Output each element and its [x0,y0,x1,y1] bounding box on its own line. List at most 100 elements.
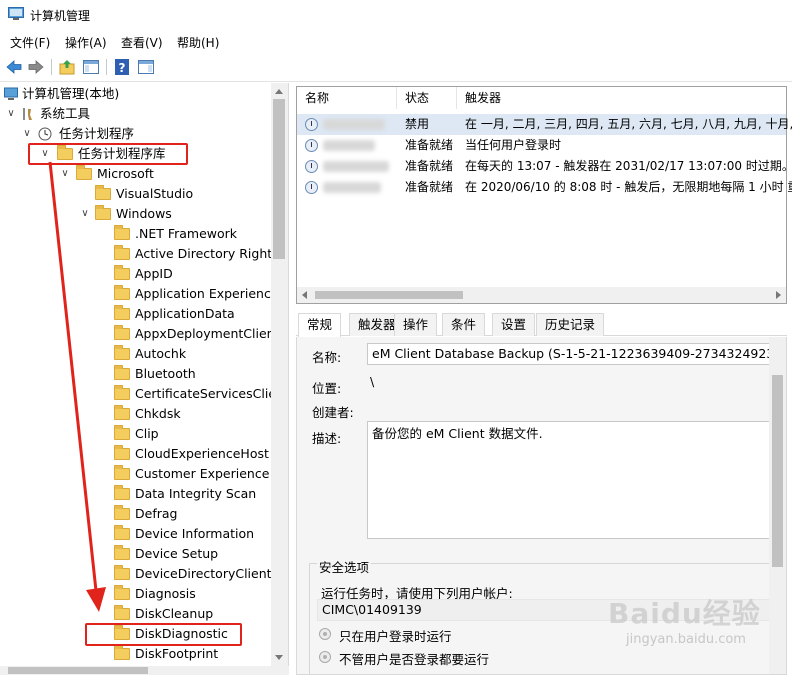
redacted-task-name [323,140,375,151]
folder-icon [114,425,130,440]
tree-item-task-scheduler[interactable]: ∨ 任务计划程序 [0,124,270,144]
task-icon [305,118,318,131]
task-list-horizontal-scrollbar[interactable] [297,287,786,303]
folder-icon [114,545,130,560]
show-hide-action-pane-icon[interactable] [137,58,155,76]
folder-icon [114,605,130,620]
location-value: \ [370,374,375,389]
tab-conditions[interactable]: 条件 [442,313,486,336]
tree-label: Data Integrity Scan [135,486,257,501]
show-hide-tree-icon[interactable] [82,58,100,76]
watermark-url: jingyan.baidu.com [626,632,746,647]
tree-label: DeviceDirectoryClient [135,566,272,581]
task-trigger: 在每天的 13:07 - 触发器在 2031/02/17 13:07:00 时过… [465,159,792,173]
red-arrow-annotation [48,161,106,612]
location-label: 位置: [312,381,342,396]
radio-run-whether-logged-on[interactable] [319,651,331,663]
tab-settings[interactable]: 设置 [492,313,536,336]
tree-label: Clip [135,426,159,441]
scrollbar-thumb[interactable] [273,99,285,259]
scroll-right-icon[interactable] [776,291,781,299]
folder-icon [114,225,130,240]
folder-icon [114,365,130,380]
help-icon[interactable]: ? [113,58,131,76]
svg-text:?: ? [119,61,126,75]
clock-icon [38,127,52,141]
author-label: 创建者: [312,405,354,420]
scroll-down-icon[interactable] [275,655,283,660]
table-row[interactable]: 准备就绪 在 2020/06/10 的 8:08 时 - 触发后，无限期地每隔 … [297,177,792,198]
menu-file[interactable]: 文件(F) [10,34,50,51]
name-label: 名称: [312,350,342,365]
radio-label: 不管用户是否登录都要运行 [339,652,490,667]
chevron-down-icon[interactable]: ∨ [6,104,16,124]
tree-vertical-scrollbar[interactable] [271,83,288,666]
title-bar: 计算机管理 [0,0,792,30]
table-row[interactable]: 准备就绪 在每天的 13:07 - 触发器在 2031/02/17 13:07:… [297,156,792,177]
scroll-up-icon[interactable] [275,89,283,94]
tree-item-folder[interactable]: DiskFootprint [0,644,270,664]
scroll-left-icon[interactable] [302,291,307,299]
up-folder-icon[interactable] [58,58,76,76]
tree-label: Diagnosis [135,586,196,601]
toolbar-separator [51,59,52,75]
task-trigger: 在 2020/06/10 的 8:08 时 - 触发后，无限期地每隔 1 小时 … [465,180,792,194]
folder-icon [114,405,130,420]
tree-horizontal-scrollbar[interactable] [0,666,289,675]
table-row[interactable]: 禁用 在 一月, 二月, 三月, 四月, 五月, 六月, 七月, 八月, 九月,… [297,114,792,135]
description-field[interactable]: 备份您的 eM Client 数据文件. [367,421,770,539]
baidu-watermark: Baidu经验 jingyan.baidu.com [608,588,792,658]
tab-strip: 常规 触发器 操作 条件 设置 历史记录 [296,313,787,337]
back-arrow-icon[interactable] [5,58,23,76]
menu-bar: 文件(F) 操作(A) 查看(V) 帮助(H) [0,31,792,53]
column-header-trigger[interactable]: 触发器 [457,87,786,109]
radio-run-only-logged-on[interactable] [319,628,331,640]
column-header-name[interactable]: 名称 [297,87,397,109]
folder-icon [114,265,130,280]
task-icon [305,181,318,194]
tree-label: DiskCleanup [135,606,214,621]
scrollbar-thumb[interactable] [8,667,148,674]
folder-icon [114,345,130,360]
tab-history[interactable]: 历史记录 [536,313,605,336]
tree-label: ApplicationData [135,306,235,321]
folder-icon [114,485,130,500]
forward-arrow-icon[interactable] [27,58,45,76]
scrollbar-thumb[interactable] [315,291,463,299]
folder-icon [114,525,130,540]
tree-item-system-tools[interactable]: ∨ 系统工具 [0,104,270,124]
folder-icon [114,245,130,260]
table-row[interactable]: 准备就绪 当任何用户登录时 [297,135,786,156]
task-status: 禁用 [405,117,430,131]
task-trigger: 在 一月, 二月, 三月, 四月, 五月, 六月, 七月, 八月, 九月, 十月… [465,117,792,131]
redacted-task-name [323,182,381,193]
tree-label: .NET Framework [135,226,238,241]
highlight-box-diskdiagnostic [85,623,242,646]
folder-icon [114,385,130,400]
task-status: 准备就绪 [405,159,454,173]
tree-label: 任务计划程序 [59,126,135,141]
task-status: 准备就绪 [405,180,454,194]
tree-label: AppID [135,266,173,281]
task-status: 准备就绪 [405,138,454,152]
menu-action[interactable]: 操作(A) [65,34,107,51]
tree-label: Active Directory Rights [135,246,279,261]
column-header-status[interactable]: 状态 [397,87,457,109]
tree-label: Windows [116,206,172,221]
computer-management-icon [8,7,24,20]
menu-help[interactable]: 帮助(H) [177,34,219,51]
scrollbar-thumb[interactable] [772,375,783,567]
menu-view[interactable]: 查看(V) [121,34,163,51]
tab-actions[interactable]: 操作 [394,313,438,336]
window-title: 计算机管理 [30,9,91,23]
tree-label: Chkdsk [135,406,181,421]
folder-icon [114,305,130,320]
tree-label: 系统工具 [40,106,91,121]
tools-icon [23,108,32,120]
chevron-down-icon[interactable]: ∨ [22,124,32,144]
name-field[interactable]: eM Client Database Backup (S-1-5-21-1223… [367,343,770,365]
tree-label: Defrag [135,506,178,521]
tab-general[interactable]: 常规 [298,313,342,337]
folder-icon [114,505,130,520]
tree-label: CertificateServicesClient [135,386,289,401]
